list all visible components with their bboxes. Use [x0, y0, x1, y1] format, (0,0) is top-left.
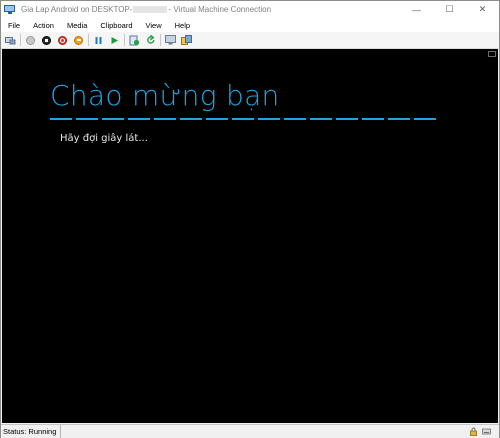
- please-wait-text: Hãy đợi giây lát...: [60, 133, 148, 144]
- status-bar: Status: Running: [1, 424, 499, 438]
- enhanced-session-icon: [165, 35, 176, 45]
- menu-clipboard[interactable]: Clipboard: [93, 21, 138, 30]
- revert-icon: [146, 35, 155, 44]
- menu-media[interactable]: Media: [60, 21, 93, 30]
- maximize-button[interactable]: ☐: [433, 1, 466, 18]
- save-button[interactable]: [72, 34, 85, 47]
- toolbar-separator: [160, 34, 161, 46]
- window-title-suffix: - Virtual Machine Connection: [168, 5, 272, 14]
- pause-icon: [95, 36, 102, 44]
- menu-file[interactable]: File: [1, 21, 26, 30]
- toolbar-separator: [124, 34, 125, 46]
- ctrl-alt-del-icon: [5, 37, 16, 45]
- status-icons: [469, 427, 491, 436]
- resume-button[interactable]: [108, 34, 121, 47]
- vm-screen[interactable]: Chào mừng bạn Hãy đợi giây lát...: [2, 49, 498, 423]
- minimize-button[interactable]: —: [400, 1, 433, 18]
- vm-connection-icon: [4, 4, 16, 15]
- toolbar-separator: [88, 34, 89, 46]
- minimize-icon: —: [412, 4, 421, 15]
- window-title-prefix: Gia Lap Android on DESKTOP-: [21, 5, 133, 14]
- menu-action[interactable]: Action: [26, 21, 60, 30]
- checkpoint-button[interactable]: [128, 34, 141, 47]
- welcome-underline: [50, 118, 436, 120]
- revert-button[interactable]: [144, 34, 157, 47]
- lock-icon: [470, 427, 477, 436]
- shut-down-button[interactable]: [56, 34, 69, 47]
- start-button[interactable]: [24, 34, 37, 47]
- pause-button[interactable]: [92, 34, 105, 47]
- menu-view[interactable]: View: [139, 21, 168, 30]
- close-button[interactable]: ✕: [466, 1, 499, 18]
- shut-down-icon: [58, 35, 67, 45]
- turn-off-button[interactable]: [40, 34, 53, 47]
- menu-bar: File Action Media Clipboard View Help: [1, 18, 499, 32]
- checkpoint-icon: [129, 35, 140, 45]
- toolbar-separator: [20, 34, 21, 46]
- share-button[interactable]: [180, 34, 193, 47]
- resize-indicator-icon: [488, 51, 496, 57]
- enhanced-session-button[interactable]: [164, 34, 177, 47]
- close-icon: ✕: [478, 4, 487, 14]
- keyboard-icon: [482, 428, 491, 435]
- caption-buttons: — ☐ ✕: [400, 1, 499, 18]
- welcome-heading: Chào mừng bạn: [50, 79, 280, 112]
- vm-connection-window: Gia Lap Android on DESKTOP- - Virtual Mac…: [0, 0, 500, 438]
- resume-icon: [111, 36, 118, 44]
- title-bar[interactable]: Gia Lap Android on DESKTOP- - Virtual Mac…: [1, 1, 499, 18]
- turn-off-icon: [42, 35, 51, 45]
- menu-help[interactable]: Help: [168, 21, 196, 30]
- status-text: Status: Running: [1, 425, 62, 438]
- maximize-icon: ☐: [445, 4, 454, 14]
- redacted-hostname: [133, 6, 168, 14]
- share-icon: [181, 34, 192, 45]
- window-title: Gia Lap Android on DESKTOP- - Virtual Mac…: [21, 5, 271, 14]
- toolbar: [1, 32, 499, 49]
- ctrl-alt-del-button[interactable]: [4, 34, 17, 47]
- save-icon: [74, 35, 83, 45]
- start-icon: [26, 35, 35, 45]
